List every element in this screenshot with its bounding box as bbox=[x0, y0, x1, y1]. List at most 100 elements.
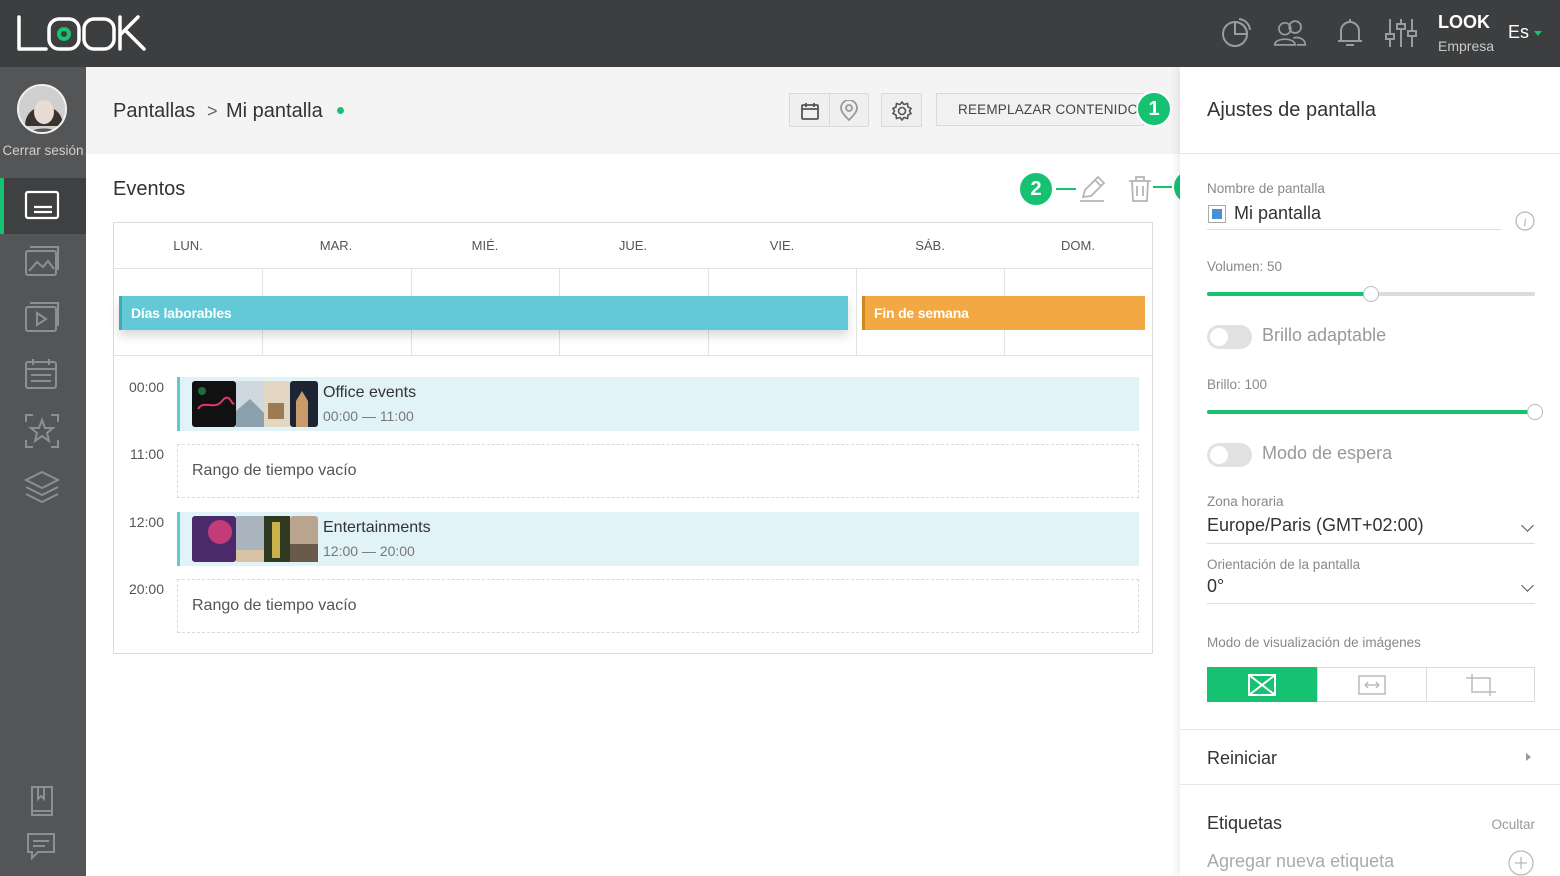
look-logo[interactable] bbox=[16, 13, 156, 53]
orientation-select[interactable]: 0° bbox=[1207, 576, 1224, 597]
day-header-mon: LUN. bbox=[173, 238, 203, 253]
location-pin-icon[interactable] bbox=[839, 100, 859, 122]
language-selector[interactable]: Es bbox=[1508, 22, 1529, 43]
screen-name-field[interactable]: Mi pantalla bbox=[1234, 203, 1321, 224]
sidebar-item-images[interactable] bbox=[0, 234, 86, 290]
users-icon[interactable] bbox=[1273, 16, 1307, 50]
divider bbox=[1180, 729, 1560, 730]
day-header-wed: MIÉ. bbox=[471, 238, 499, 253]
settings-sliders-icon[interactable] bbox=[1384, 16, 1418, 50]
trash-icon[interactable] bbox=[1127, 175, 1153, 203]
logout-link[interactable]: Cerrar sesión bbox=[0, 143, 86, 158]
grid-line bbox=[114, 268, 1152, 269]
event-entertainments[interactable]: Entertainments 12:00 — 20:00 bbox=[177, 512, 1139, 566]
volume-slider-fill bbox=[1207, 292, 1371, 296]
fit-mode-icon bbox=[1358, 675, 1386, 695]
image-mode-fit-button[interactable] bbox=[1317, 667, 1427, 702]
brightness-slider-thumb[interactable] bbox=[1527, 404, 1543, 420]
book-icon bbox=[31, 786, 53, 816]
sidebar-item-layers[interactable] bbox=[0, 458, 86, 514]
tags-hide-link[interactable]: Ocultar bbox=[1491, 817, 1535, 832]
image-mode-crop-button[interactable] bbox=[1426, 667, 1536, 702]
restart-row[interactable]: Reiniciar bbox=[1207, 748, 1277, 769]
volume-slider-thumb[interactable] bbox=[1363, 286, 1379, 302]
day-header-sun: DOM. bbox=[1061, 238, 1095, 253]
sidebar-item-feedback[interactable] bbox=[0, 819, 86, 875]
day-header-fri: VIE. bbox=[769, 238, 795, 253]
sidebar-item-favorites[interactable] bbox=[0, 402, 86, 458]
online-status-icon bbox=[337, 107, 344, 114]
weekend-bar[interactable]: Fin de semana bbox=[862, 296, 1145, 330]
fill-mode-icon bbox=[1248, 674, 1276, 696]
divider bbox=[1180, 784, 1560, 785]
screen-name-label: Nombre de pantalla bbox=[1207, 181, 1325, 196]
brightness-slider-fill bbox=[1207, 410, 1535, 414]
company-type: Empresa bbox=[1438, 38, 1495, 54]
sidebar-item-screens[interactable] bbox=[0, 178, 86, 234]
callout-badge-1: 1 bbox=[1136, 91, 1172, 127]
add-tag-input[interactable]: Agregar nueva etiqueta bbox=[1207, 851, 1394, 872]
events-calendar: LUN. MAR. MIÉ. JUE. VIE. SÁB. DOM. Días … bbox=[113, 222, 1153, 654]
orientation-label: Orientación de la pantalla bbox=[1207, 557, 1361, 572]
event-name: Office events bbox=[323, 384, 417, 401]
chevron-down-icon[interactable] bbox=[1521, 519, 1534, 532]
chevron-down-icon[interactable] bbox=[1521, 579, 1534, 592]
volume-slider[interactable] bbox=[1207, 286, 1535, 302]
event-thumbnails bbox=[192, 516, 318, 562]
event-range: 12:00 — 20:00 bbox=[323, 543, 415, 559]
field-underline bbox=[1207, 603, 1535, 604]
calendar-view-icon[interactable] bbox=[800, 101, 820, 121]
breadcrumb-root[interactable]: Pantallas bbox=[113, 100, 195, 123]
company-name[interactable]: LOOK bbox=[1438, 12, 1490, 33]
language-caret-icon[interactable] bbox=[1534, 31, 1542, 36]
event-office[interactable]: Office events 00:00 — 11:00 bbox=[177, 377, 1139, 431]
analytics-pie-icon[interactable] bbox=[1219, 16, 1253, 50]
empty-time-range[interactable]: Rango de tiempo vacío bbox=[177, 579, 1139, 633]
callout-badge-2: 2 bbox=[1018, 171, 1054, 207]
top-bar: LOOK Empresa Es bbox=[0, 0, 1560, 67]
slot-time: 11:00 bbox=[130, 446, 164, 462]
replace-content-button[interactable]: REEMPLAZAR CONTENIDO bbox=[936, 93, 1144, 126]
grid-line bbox=[856, 269, 857, 355]
slot-time: 00:00 bbox=[128, 379, 164, 395]
sidebar-item-videos[interactable] bbox=[0, 290, 86, 346]
sidebar-item-schedule[interactable] bbox=[0, 346, 86, 402]
day-header-thu: JUE. bbox=[618, 238, 648, 253]
adaptive-brightness-toggle[interactable] bbox=[1207, 325, 1252, 349]
field-underline bbox=[1207, 543, 1535, 544]
callout-line-2 bbox=[1056, 188, 1076, 190]
screen-color-swatch[interactable] bbox=[1208, 205, 1226, 223]
page-title: Mi pantalla bbox=[226, 100, 323, 122]
callout-line-3 bbox=[1153, 186, 1173, 188]
video-icon bbox=[25, 302, 59, 332]
timezone-label: Zona horaria bbox=[1207, 494, 1284, 509]
expand-arrow-icon[interactable] bbox=[1526, 753, 1531, 761]
standby-toggle[interactable] bbox=[1207, 443, 1252, 467]
standby-label: Modo de espera bbox=[1262, 443, 1393, 463]
image-mode-fill-button[interactable] bbox=[1207, 667, 1317, 702]
chat-icon bbox=[27, 833, 55, 861]
layers-icon bbox=[24, 470, 60, 504]
settings-button[interactable] bbox=[881, 93, 922, 127]
tags-title: Etiquetas bbox=[1207, 813, 1283, 833]
day-header-sat: SÁB. bbox=[915, 238, 945, 253]
brightness-label: Brillo: 100 bbox=[1207, 377, 1268, 392]
panel-title: Ajustes de pantalla bbox=[1207, 99, 1377, 121]
edit-pencil-icon[interactable] bbox=[1078, 175, 1106, 203]
info-icon[interactable]: i bbox=[1515, 211, 1535, 231]
brightness-slider[interactable] bbox=[1207, 404, 1543, 420]
image-gallery-icon bbox=[25, 246, 59, 276]
crop-mode-icon bbox=[1466, 674, 1496, 696]
screen-settings-panel: Ajustes de pantalla Nombre de pantalla M… bbox=[1180, 67, 1560, 876]
star-icon bbox=[25, 414, 59, 448]
weekdays-bar[interactable]: Días laborables bbox=[119, 296, 848, 330]
volume-label: Volumen: 50 bbox=[1207, 259, 1283, 274]
gear-icon bbox=[891, 100, 913, 122]
svg-text:i: i bbox=[1523, 215, 1526, 229]
timezone-select[interactable]: Europe/Paris (GMT+02:00) bbox=[1207, 515, 1424, 536]
event-name: Entertainments bbox=[323, 519, 431, 536]
empty-time-range[interactable]: Rango de tiempo vacío bbox=[177, 444, 1139, 498]
bell-icon[interactable] bbox=[1333, 16, 1367, 50]
avatar[interactable] bbox=[17, 84, 67, 134]
add-tag-plus-icon[interactable] bbox=[1508, 850, 1534, 876]
